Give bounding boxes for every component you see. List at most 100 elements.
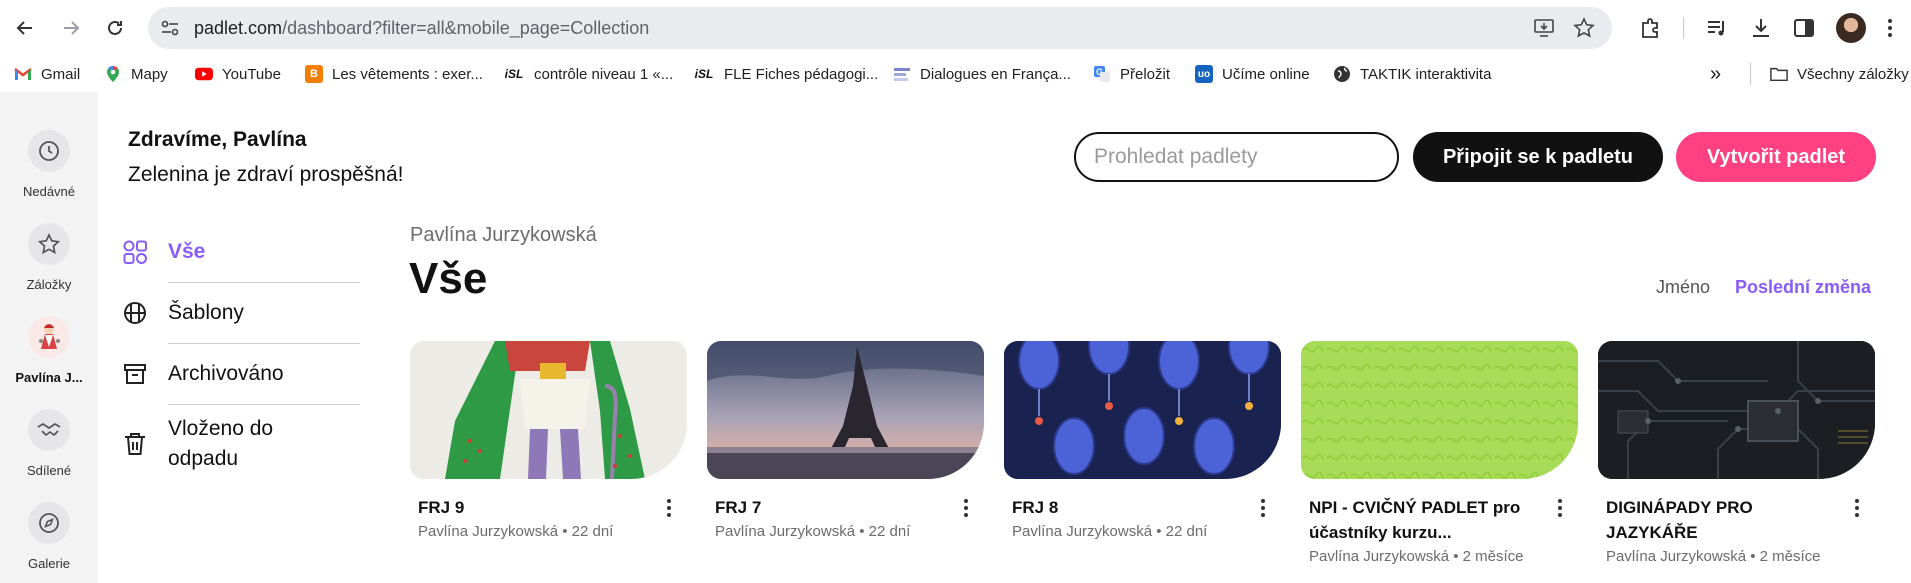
sort-by-name[interactable]: Jméno xyxy=(1656,277,1710,298)
menu-dots-icon[interactable] xyxy=(1876,14,1904,42)
circuit-board-photo xyxy=(1598,341,1875,479)
bookmark-label: Gmail xyxy=(41,65,81,83)
rail-label: Sdílené xyxy=(26,463,72,478)
dialogues-icon xyxy=(893,65,911,83)
bookmarks-overflow-button[interactable]: » xyxy=(1710,63,1721,85)
bookmark-fle[interactable]: iSL FLE Fiches pédagogi... xyxy=(693,63,879,85)
filter-label: Archivováno xyxy=(168,362,284,385)
download-icon[interactable] xyxy=(1747,14,1775,42)
rail-item-shared[interactable]: Sdílené xyxy=(0,409,98,478)
padlet-meta: Pavlína Jurzykowská • 2 měsíce xyxy=(1309,548,1524,565)
arrow-right-icon xyxy=(64,21,80,35)
template-icon xyxy=(121,299,149,327)
clock-icon xyxy=(28,130,70,172)
bookmark-vetements[interactable]: B Les vêtements : exer... xyxy=(305,63,483,85)
padlet-thumbnail xyxy=(1004,341,1281,479)
rail-label: Galerie xyxy=(28,556,70,571)
bookmark-taktik[interactable]: TAKTIK interaktivita xyxy=(1333,63,1491,85)
all-bookmarks-label: Všechny záložky xyxy=(1797,65,1909,83)
all-bookmarks-folder[interactable]: Všechny záložky xyxy=(1770,63,1909,85)
translate-icon: G xyxy=(1093,65,1111,83)
padlet-title: FRJ 9 xyxy=(418,498,465,517)
bookmark-dialogues[interactable]: Dialogues en França... xyxy=(893,63,1071,85)
padlet-card[interactable]: DIGINÁPADY PRO JAZYKÁŘE Pavlína Jurzykow… xyxy=(1598,341,1875,565)
blue-lanterns-pattern xyxy=(1004,341,1281,479)
join-padlet-button[interactable]: Připojit se k padletu xyxy=(1413,132,1663,182)
greeting-message: Zelenina je zdraví prospěšná! xyxy=(128,163,404,186)
reload-button[interactable] xyxy=(98,11,132,45)
bookmark-label: TAKTIK interaktivita xyxy=(1360,65,1492,83)
more-options-icon[interactable] xyxy=(661,495,677,521)
greeting-title: Zdravíme, Pavlína xyxy=(128,128,307,151)
ucime-online-icon: uo xyxy=(1195,65,1213,83)
rail-item-gallery[interactable]: Galerie xyxy=(0,502,98,571)
bookmark-gmail[interactable]: Gmail xyxy=(14,63,80,85)
bookmark-youtube[interactable]: YouTube xyxy=(195,63,281,85)
avatar xyxy=(28,316,70,358)
rail-item-user[interactable]: Pavlína J... xyxy=(0,316,98,385)
padlet-title: NPI - CVIČNÝ PADLET pro účastníky kurzu.… xyxy=(1309,498,1521,542)
create-padlet-button[interactable]: Vytvořit padlet xyxy=(1676,132,1876,182)
url-host: padlet.com xyxy=(194,18,283,38)
more-options-icon[interactable] xyxy=(1255,495,1271,521)
url-text[interactable]: padlet.com/dashboard?filter=all&mobile_p… xyxy=(194,18,649,39)
bookmarks-divider xyxy=(1750,63,1751,85)
bookmark-label: contrôle niveau 1 «... xyxy=(534,65,674,83)
bookmark-controle[interactable]: iSL contrôle niveau 1 «... xyxy=(503,63,674,85)
back-button[interactable] xyxy=(8,11,42,45)
folder-icon xyxy=(1770,65,1788,83)
rail-label: Pavlína J... xyxy=(15,370,83,385)
filter-label: Vloženo do odpadu xyxy=(168,417,274,470)
maps-icon xyxy=(104,65,122,83)
rail-item-recent[interactable]: Nedávné xyxy=(0,130,98,199)
more-options-icon[interactable] xyxy=(1849,495,1865,521)
bookmark-label: YouTube xyxy=(222,65,281,83)
youtube-icon xyxy=(195,65,213,83)
page-title: Vše xyxy=(409,254,488,303)
address-bar[interactable]: padlet.com/dashboard?filter=all&mobile_p… xyxy=(148,7,1612,49)
bookmark-star-icon[interactable] xyxy=(1572,16,1596,40)
filter-list: Vše Šablony Archivováno Vloženo do odpad… xyxy=(118,222,360,483)
bookmark-prelozit[interactable]: G Přeložit xyxy=(1093,63,1170,85)
bookmark-ucime-online[interactable]: uo Učíme online xyxy=(1195,63,1310,85)
extensions-icon[interactable] xyxy=(1636,14,1664,42)
padlet-meta: Pavlína Jurzykowská • 2 měsíce xyxy=(1606,548,1821,565)
compass-icon xyxy=(28,502,70,544)
bookmark-mapy[interactable]: Mapy xyxy=(104,63,168,85)
search-padlets-input[interactable] xyxy=(1074,132,1399,182)
media-controls-icon[interactable] xyxy=(1703,14,1731,42)
profile-avatar[interactable] xyxy=(1836,13,1866,43)
padlet-meta: Pavlína Jurzykowská • 22 dní xyxy=(418,523,614,540)
arrow-left-icon xyxy=(16,21,32,35)
bookmark-label: Mapy xyxy=(131,65,168,83)
greeting: Zdravíme, Pavlína Zelenina je zdraví pro… xyxy=(128,128,404,187)
toolbar-divider xyxy=(1683,17,1684,39)
trash-icon xyxy=(121,430,149,458)
side-panel-icon[interactable] xyxy=(1790,14,1818,42)
padlet-thumbnail xyxy=(410,341,687,479)
padlet-meta: Pavlína Jurzykowská • 22 dní xyxy=(1012,523,1208,540)
padlet-card[interactable]: NPI - CVIČNÝ PADLET pro účastníky kurzu.… xyxy=(1301,341,1578,565)
rail-item-bookmarks[interactable]: Záložky xyxy=(0,223,98,292)
more-options-icon[interactable] xyxy=(958,495,974,521)
eiffel-tower-photo xyxy=(707,341,984,479)
padlet-thumbnail xyxy=(1598,341,1875,479)
filter-trash[interactable]: Vloženo do odpadu xyxy=(118,405,360,483)
collection-owner: Pavlína Jurzykowská xyxy=(410,224,597,246)
padlet-card[interactable]: FRJ 8 Pavlína Jurzykowská • 22 dní xyxy=(1004,341,1281,540)
filter-templates[interactable]: Šablony xyxy=(118,283,360,343)
filter-all[interactable]: Vše xyxy=(118,222,360,282)
reload-icon xyxy=(108,20,122,35)
site-info-icon[interactable] xyxy=(158,16,182,40)
padlet-card[interactable]: FRJ 9 Pavlína Jurzykowská • 22 dní xyxy=(410,341,687,540)
install-app-icon[interactable] xyxy=(1532,16,1556,40)
filter-archived[interactable]: Archivováno xyxy=(118,344,360,404)
forward-button[interactable] xyxy=(54,11,88,45)
isl-icon: iSL xyxy=(504,67,524,81)
sort-by-last-modified[interactable]: Poslední změna xyxy=(1735,277,1871,298)
padlet-card[interactable]: FRJ 7 Pavlína Jurzykowská • 22 dní xyxy=(707,341,984,540)
green-squiggle-pattern xyxy=(1301,341,1578,479)
bookmark-label: Učíme online xyxy=(1222,65,1310,83)
browser-toolbar: padlet.com/dashboard?filter=all&mobile_p… xyxy=(0,0,1911,56)
more-options-icon[interactable] xyxy=(1552,495,1568,521)
